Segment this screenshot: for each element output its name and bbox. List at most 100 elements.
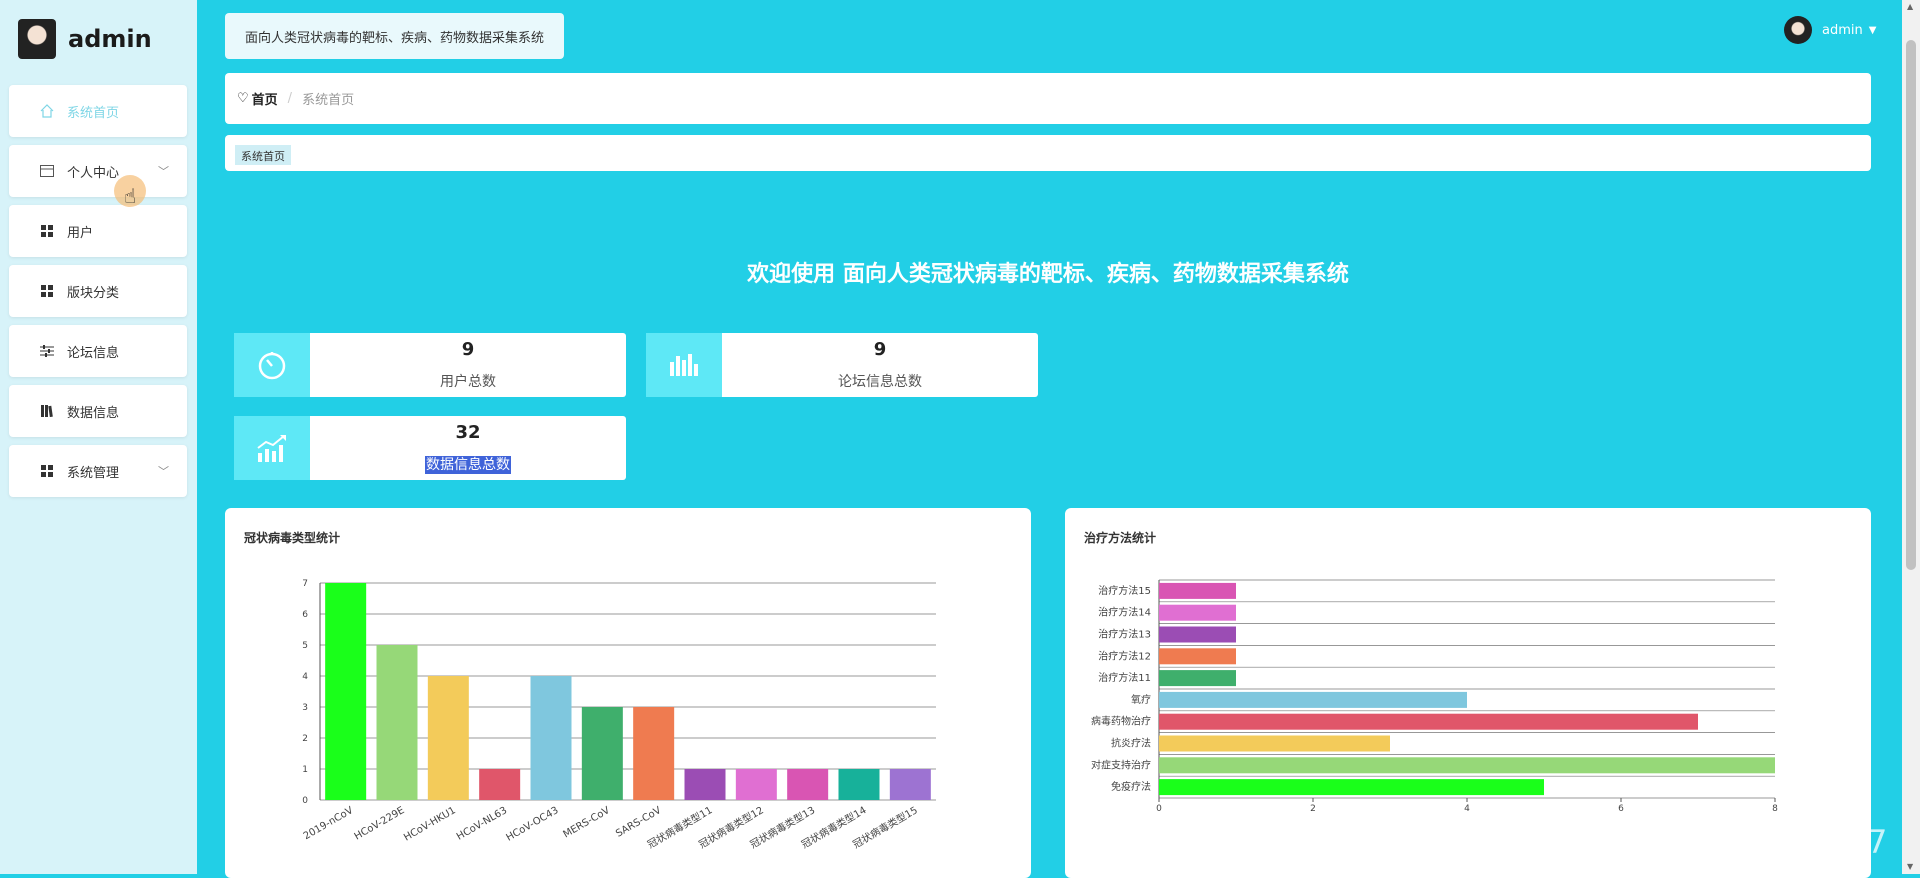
y-tick-label: 4	[302, 672, 308, 682]
bar	[581, 707, 623, 800]
bar	[1159, 757, 1775, 774]
bar	[479, 769, 521, 800]
x-tick-label: MERS-CoV	[561, 805, 611, 841]
sidebar-item-users[interactable]: 用户	[9, 205, 187, 257]
x-tick-label: 2019-nCoV	[302, 805, 356, 842]
y-tick-label: 7	[302, 579, 308, 589]
bar	[1159, 626, 1236, 643]
brand: admin	[18, 18, 152, 60]
bar	[530, 676, 572, 800]
grid-icon	[39, 284, 55, 298]
system-title: 面向人类冠状病毒的靶标、疾病、药物数据采集系统	[225, 13, 564, 59]
x-tick-label: 6	[1618, 804, 1624, 814]
sidebar-item-label: 系统管理	[67, 465, 120, 481]
scroll-down-icon[interactable]: ▼	[1907, 862, 1913, 871]
bar	[1159, 713, 1698, 730]
sidebar-item-personal-center[interactable]: 个人中心 ﹀	[9, 145, 187, 197]
chart-card-virus-types: 冠状病毒类型统计 0 1 2 3 4 5 6 7 2019-nCoV HCoV-229E HCoV-…	[225, 508, 1031, 878]
sidebar-item-label: 个人中心	[67, 165, 120, 181]
breadcrumb-current: 系统首页	[302, 93, 355, 108]
y-tick-label: 治疗方法13	[1098, 628, 1151, 641]
sidebar-item-home[interactable]: 系统首页	[9, 85, 187, 137]
tags-bar: 系统首页	[225, 135, 1871, 171]
stat-label: 数据信息总数	[310, 454, 626, 474]
breadcrumb: ♡ 首页 / 系统首页	[225, 73, 1871, 124]
y-tick-label: 治疗方法15	[1098, 584, 1151, 597]
x-tick-label: HCoV-229E	[353, 805, 407, 842]
x-tick-label: 8	[1772, 804, 1778, 814]
y-tick-label: 5	[302, 641, 308, 651]
home-icon	[39, 104, 55, 118]
sidebar-item-forum-info[interactable]: 论坛信息	[9, 325, 187, 377]
stat-label: 论坛信息总数	[838, 374, 922, 390]
stat-card-forum: 9 论坛信息总数	[646, 333, 1038, 397]
chevron-down-icon: ﹀	[158, 465, 169, 478]
breadcrumb-home[interactable]: 首页	[252, 89, 278, 108]
sidebar-item-system-management[interactable]: 系统管理 ﹀	[9, 445, 187, 497]
sidebar-item-label: 版块分类	[67, 285, 120, 301]
scrollbar-thumb[interactable]	[1906, 40, 1916, 570]
y-tick-label: 6	[302, 610, 308, 620]
scroll-up-icon[interactable]: ▲	[1907, 2, 1913, 11]
sidebar: admin 系统首页 个人中心 ﹀ 用户 版块分类 论坛信息 数据信息 系统管理…	[0, 0, 197, 874]
sidebar-item-label: 用户	[67, 225, 94, 241]
grid-icon	[39, 464, 55, 478]
y-tick-label: 3	[302, 703, 308, 713]
sidebar-item-section-category[interactable]: 版块分类	[9, 265, 187, 317]
bar	[1159, 735, 1390, 752]
y-tick-label: 2	[302, 734, 308, 744]
chevron-down-icon: ﹀	[158, 165, 169, 178]
sliders-icon	[39, 344, 55, 358]
y-tick-label: 免疫疗法	[1111, 780, 1151, 793]
x-tick-label: HCoV-OC43	[504, 805, 560, 844]
x-tick-label: SARS-CoV	[614, 805, 663, 840]
heart-icon: ♡	[237, 91, 249, 106]
stat-value: 9	[873, 339, 887, 360]
x-tick-label: 2	[1310, 804, 1316, 814]
y-tick-label: 抗炎疗法	[1111, 737, 1151, 750]
stat-card-users: 9 用户总数	[234, 333, 626, 397]
y-tick-label: 0	[302, 796, 308, 806]
y-tick-label: 对症支持治疗	[1091, 758, 1151, 771]
bar	[1159, 670, 1236, 687]
bar	[633, 707, 675, 800]
bar-chart-icon	[646, 333, 722, 397]
bar	[889, 769, 931, 800]
bar	[376, 645, 418, 800]
x-tick-label: HCoV-HKU1	[402, 805, 458, 844]
x-tick-label: HCoV-NL63	[455, 805, 509, 843]
bar	[684, 769, 726, 800]
bar	[838, 769, 880, 800]
user-menu[interactable]: admin ▼	[1784, 16, 1876, 44]
x-tick-label: 4	[1464, 804, 1470, 814]
tag-home[interactable]: 系统首页	[235, 145, 291, 165]
y-tick-label: 治疗方法11	[1098, 671, 1151, 684]
bar	[1159, 604, 1236, 621]
avatar	[1784, 16, 1812, 44]
stat-value: 9	[461, 339, 475, 360]
x-tick-label: 0	[1156, 804, 1162, 814]
bar	[1159, 691, 1467, 708]
y-tick-label: 病毒药物治疗	[1091, 715, 1151, 728]
card-icon	[39, 164, 55, 178]
watermark: CSDN @QQ3295391197	[1500, 823, 1888, 861]
grid-icon	[39, 224, 55, 238]
bar	[787, 769, 829, 800]
stat-value: 32	[455, 422, 481, 443]
bar	[1159, 582, 1236, 599]
stat-card-data: 32 数据信息总数	[234, 416, 626, 480]
y-tick-label: 氧疗	[1131, 693, 1151, 706]
sidebar-item-label: 数据信息	[67, 405, 120, 421]
breadcrumb-separator: /	[287, 91, 293, 106]
treatment-bar-chart: 免疫疗法 对症支持治疗 抗炎疗法 病毒药物治疗 氧疗 治疗方法11 治疗方法12 治疗方法13…	[1091, 579, 1778, 814]
bar	[427, 676, 469, 800]
bar	[1159, 779, 1544, 796]
user-name: admin	[1822, 22, 1863, 38]
stat-label: 用户总数	[440, 374, 496, 390]
timer-icon	[234, 333, 310, 397]
selected-text: 数据信息总数	[425, 456, 511, 474]
sidebar-item-label: 系统首页	[67, 105, 120, 121]
y-tick-label: 1	[302, 765, 308, 775]
sidebar-item-data-info[interactable]: 数据信息	[9, 385, 187, 437]
scrollbar[interactable]: ▲ ▼	[1902, 0, 1920, 874]
